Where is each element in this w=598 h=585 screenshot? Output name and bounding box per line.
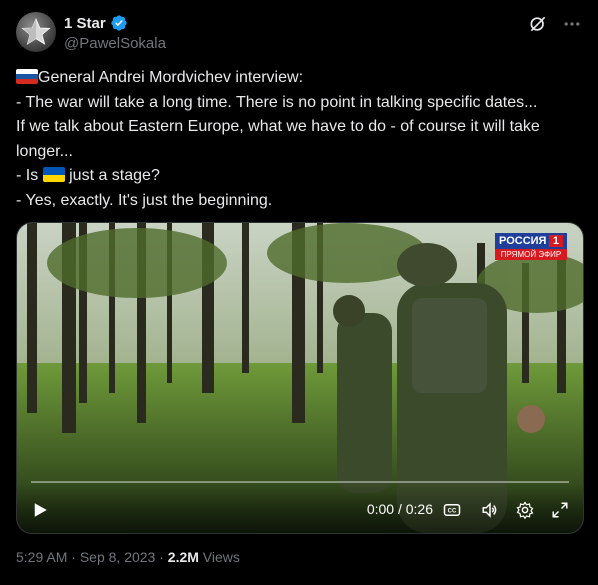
views-count: 2.2M — [167, 549, 199, 565]
star-avatar-icon[interactable] — [16, 12, 56, 52]
russia-flag-icon — [16, 69, 38, 84]
volume-icon[interactable] — [481, 501, 499, 519]
top-actions — [528, 14, 582, 34]
video-time: 0:00 / 0:26 — [366, 501, 433, 517]
tweet-line-2: - The war will take a long time. There i… — [16, 93, 538, 111]
captions-icon[interactable]: CC — [443, 501, 461, 519]
play-icon[interactable] — [31, 501, 49, 519]
author-display-name[interactable]: 1 Star — [64, 15, 106, 32]
tweet-text: General Andrei Mordvichev interview: - T… — [16, 66, 584, 213]
channel-name: РОССИЯ — [499, 235, 547, 247]
tweet-line-5-post: just a stage? — [64, 167, 160, 184]
tweet-line-1-text: General Andrei Mordvichev interview: — [38, 69, 304, 86]
channel-logo: РОССИЯ 1 ПРЯМОЙ ЭФИР — [495, 233, 567, 265]
video-player[interactable]: РОССИЯ 1 ПРЯМОЙ ЭФИР 0:00 / 0:26 CC — [16, 222, 584, 534]
tweet-header: 1 Star @PawelSokala — [16, 12, 586, 56]
tweet-date[interactable]: Sep 8, 2023 — [80, 549, 156, 565]
views-label: Views — [198, 549, 240, 565]
tweet-line-5-pre: - Is — [16, 167, 43, 184]
channel-sub: ПРЯМОЙ ЭФИР — [495, 249, 567, 260]
author-block: 1 Star @PawelSokala — [64, 14, 166, 53]
tweet-time[interactable]: 5:29 AM — [16, 549, 67, 565]
tweet-meta: 5:29 AM · Sep 8, 2023 · 2.2M Views — [16, 549, 240, 565]
tweet-line-3: If we talk about Eastern Europe, what we… — [16, 118, 540, 135]
meta-separator: · — [67, 549, 80, 565]
verified-badge-icon — [111, 15, 127, 31]
tweet-line-1: General Andrei Mordvichev interview: — [16, 66, 584, 91]
grok-icon[interactable] — [528, 14, 548, 34]
meta-separator-2: · — [155, 549, 168, 565]
tweet-line-5: - Is just a stage? — [16, 164, 584, 189]
channel-number: 1 — [548, 235, 563, 247]
settings-icon[interactable] — [516, 501, 534, 519]
ukraine-flag-icon — [42, 167, 65, 182]
more-icon[interactable] — [562, 14, 582, 34]
svg-text:CC: CC — [448, 509, 457, 515]
fullscreen-icon[interactable] — [551, 501, 569, 519]
author-handle[interactable]: @PawelSokala — [64, 35, 166, 52]
author-name-row[interactable]: 1 Star — [64, 14, 166, 32]
tweet-line-4: longer... — [16, 142, 73, 160]
tweet-line-6: - Yes, exactly. It's just the beginning. — [16, 191, 273, 209]
video-progress-bar[interactable] — [31, 481, 569, 483]
